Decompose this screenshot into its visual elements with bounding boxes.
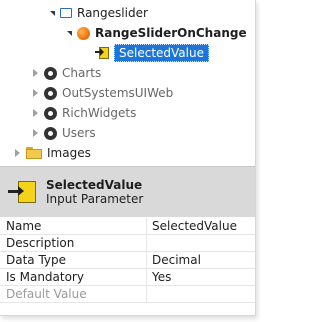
input-parameter-icon bbox=[8, 179, 38, 205]
property-row-default-value: Default Value bbox=[0, 286, 255, 303]
description-field[interactable] bbox=[147, 235, 152, 251]
tree-item-label: OutSystemsUIWeb bbox=[62, 86, 174, 100]
property-label: Name bbox=[0, 218, 147, 234]
module-icon bbox=[44, 86, 57, 100]
property-label: Data Type bbox=[0, 252, 147, 268]
tree-item-label: RichWidgets bbox=[62, 106, 137, 120]
tree-item-charts[interactable]: Charts bbox=[33, 63, 101, 83]
expand-open-icon[interactable] bbox=[67, 30, 72, 36]
default-value-field[interactable] bbox=[147, 286, 152, 302]
tree-item-label: Images bbox=[47, 146, 91, 160]
module-icon bbox=[44, 66, 57, 80]
tree-item-outsystemsuiweb[interactable]: OutSystemsUIWeb bbox=[33, 83, 173, 103]
expand-closed-icon[interactable] bbox=[33, 109, 38, 117]
expand-closed-icon[interactable] bbox=[15, 149, 20, 157]
tree-item-label: Charts bbox=[62, 66, 102, 80]
folder-icon bbox=[26, 147, 42, 159]
header-titles: SelectedValue Input Parameter bbox=[46, 178, 143, 206]
tree-item-label: Users bbox=[62, 126, 96, 140]
client-action-icon bbox=[77, 26, 90, 40]
properties-header: SelectedValue Input Parameter bbox=[0, 166, 255, 217]
module-icon bbox=[44, 126, 57, 140]
property-label: Is Mandatory bbox=[0, 269, 147, 285]
tree-item-label: RangeSliderOnChange bbox=[95, 26, 247, 40]
property-row-description: Description bbox=[0, 235, 255, 252]
is-mandatory-select[interactable]: Yes bbox=[147, 269, 171, 285]
expand-open-icon[interactable] bbox=[50, 10, 55, 16]
element-type: Input Parameter bbox=[46, 192, 144, 206]
name-field[interactable]: SelectedValue bbox=[147, 218, 237, 234]
element-tree: Rangeslider RangeSliderOnChange Selected… bbox=[0, 0, 255, 165]
property-row-is-mandatory: Is Mandatory Yes bbox=[0, 269, 255, 286]
web-block-icon bbox=[60, 8, 72, 18]
expand-closed-icon[interactable] bbox=[33, 89, 38, 97]
expand-closed-icon[interactable] bbox=[33, 129, 38, 137]
input-parameter-icon bbox=[95, 46, 109, 60]
property-label: Description bbox=[0, 235, 147, 251]
tree-item-rangeslider[interactable]: Rangeslider bbox=[50, 3, 148, 23]
tree-item-label-selected: SelectedValue bbox=[114, 44, 209, 62]
property-row-data-type: Data Type Decimal bbox=[0, 252, 255, 269]
tree-item-images[interactable]: Images bbox=[15, 143, 91, 163]
element-title: SelectedValue bbox=[46, 178, 143, 192]
tree-item-rangeslideronchange[interactable]: RangeSliderOnChange bbox=[67, 23, 247, 43]
tree-item-selectedvalue[interactable]: SelectedValue bbox=[95, 43, 209, 63]
expand-closed-icon[interactable] bbox=[33, 69, 38, 77]
tree-item-users[interactable]: Users bbox=[33, 123, 96, 143]
properties-grid: Name SelectedValue Description Data Type… bbox=[0, 218, 255, 303]
property-row-name: Name SelectedValue bbox=[0, 218, 255, 235]
properties-window: Rangeslider RangeSliderOnChange Selected… bbox=[0, 0, 256, 316]
data-type-select[interactable]: Decimal bbox=[147, 252, 201, 268]
module-icon bbox=[44, 106, 57, 120]
tree-item-label: Rangeslider bbox=[77, 6, 148, 20]
tree-item-richwidgets[interactable]: RichWidgets bbox=[33, 103, 136, 123]
property-label: Default Value bbox=[0, 286, 147, 302]
